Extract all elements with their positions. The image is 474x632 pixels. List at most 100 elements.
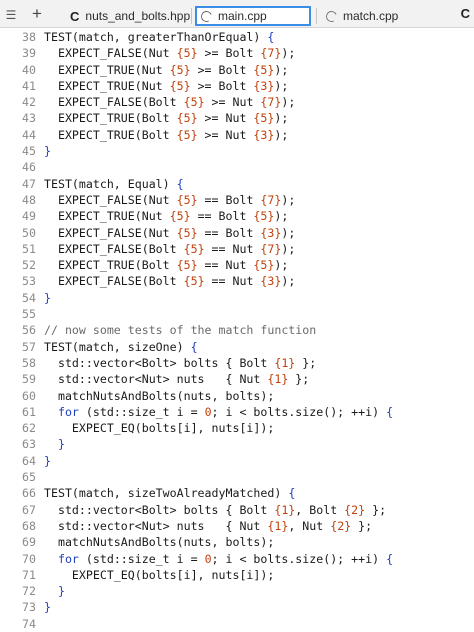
code-line[interactable]: 72 } <box>0 583 474 599</box>
code-token: {5} <box>177 258 198 272</box>
code-token: { <box>386 405 393 419</box>
code-line[interactable]: 58 std::vector<Bolt> bolts { Bolt {1} }; <box>0 355 474 371</box>
code-token: ); <box>281 274 295 288</box>
code-line[interactable]: 61 for (std::size_t i = 0; i < bolts.siz… <box>0 404 474 420</box>
line-number: 42 <box>0 94 44 110</box>
code-text: EXPECT_EQ(bolts[i], nuts[i]); <box>44 567 474 583</box>
code-token <box>44 584 58 598</box>
tab-nuts-and-bolts-hpp[interactable]: C nuts_and_bolts.hpp <box>66 6 190 26</box>
code-token: } <box>44 144 51 158</box>
code-line[interactable]: 68 std::vector<Nut> nuts { Nut {1}, Nut … <box>0 518 474 534</box>
line-number: 43 <box>0 110 44 126</box>
line-number: 63 <box>0 436 44 452</box>
code-line[interactable]: 43 EXPECT_TRUE(Bolt {5} >= Nut {5}); <box>0 110 474 126</box>
code-token: {3} <box>260 274 281 288</box>
code-line[interactable]: 51 EXPECT_FALSE(Bolt {5} == Nut {7}); <box>0 241 474 257</box>
code-line[interactable]: 64} <box>0 453 474 469</box>
code-line[interactable]: 48 EXPECT_FALSE(Nut {5} == Bolt {7}); <box>0 192 474 208</box>
line-number: 56 <box>0 322 44 338</box>
tab-label: match.cpp <box>343 9 398 23</box>
code-line[interactable]: 40 EXPECT_TRUE(Nut {5} >= Bolt {5}); <box>0 62 474 78</box>
code-line[interactable]: 71 EXPECT_EQ(bolts[i], nuts[i]); <box>0 567 474 583</box>
code-token: {7} <box>260 193 281 207</box>
code-line[interactable]: 66TEST(match, sizeTwoAlreadyMatched) { <box>0 485 474 501</box>
line-number: 67 <box>0 502 44 518</box>
code-token: EXPECT_EQ(bolts[i], nuts[i]); <box>44 568 274 582</box>
code-token: EXPECT_TRUE(Nut <box>44 79 170 93</box>
code-line[interactable]: 70 for (std::size_t i = 0; i < bolts.siz… <box>0 551 474 567</box>
code-editor[interactable]: 38TEST(match, greaterThanOrEqual) {39 EX… <box>0 28 474 624</box>
code-line[interactable]: 56// now some tests of the match functio… <box>0 322 474 338</box>
code-line[interactable]: 39 EXPECT_FALSE(Nut {5} >= Bolt {7}); <box>0 45 474 61</box>
code-line[interactable]: 59 std::vector<Nut> nuts { Nut {1} }; <box>0 371 474 387</box>
code-token: {5} <box>253 258 274 272</box>
line-number: 73 <box>0 599 44 615</box>
code-token: {3} <box>253 128 274 142</box>
code-line[interactable]: 57TEST(match, sizeOne) { <box>0 339 474 355</box>
code-token: , Bolt <box>295 503 344 517</box>
code-line[interactable]: 42 EXPECT_FALSE(Bolt {5} >= Nut {7}); <box>0 94 474 110</box>
code-line[interactable]: 55 <box>0 306 474 322</box>
code-token: >= Bolt <box>198 46 261 60</box>
code-token: EXPECT_EQ(bolts[i], nuts[i]); <box>44 421 274 435</box>
code-token: ); <box>281 46 295 60</box>
code-line[interactable]: 50 EXPECT_FALSE(Nut {5} == Bolt {3}); <box>0 225 474 241</box>
code-text: EXPECT_TRUE(Bolt {5} >= Nut {3}); <box>44 127 474 143</box>
code-token: EXPECT_FALSE(Bolt <box>44 242 184 256</box>
line-number: 38 <box>0 29 44 45</box>
menu-grip-icon[interactable]: ☰ <box>0 4 22 26</box>
code-line[interactable]: 67 std::vector<Bolt> bolts { Bolt {1}, B… <box>0 502 474 518</box>
code-token: {7} <box>260 46 281 60</box>
code-token: EXPECT_TRUE(Bolt <box>44 258 177 272</box>
code-line[interactable]: 65 <box>0 469 474 485</box>
code-line[interactable]: 46 <box>0 159 474 175</box>
code-token: ); <box>274 63 288 77</box>
code-token: std::vector<Bolt> bolts { Bolt <box>44 503 274 517</box>
line-number: 71 <box>0 567 44 583</box>
code-text: matchNutsAndBolts(nuts, bolts); <box>44 534 474 550</box>
line-number: 52 <box>0 257 44 273</box>
code-token: {5} <box>253 63 274 77</box>
tab-match-cpp[interactable]: match.cpp <box>322 6 442 26</box>
code-line[interactable]: 60 matchNutsAndBolts(nuts, bolts); <box>0 388 474 404</box>
code-line[interactable]: 45} <box>0 143 474 159</box>
code-line[interactable]: 53 EXPECT_FALSE(Bolt {5} == Nut {3}); <box>0 273 474 289</box>
code-line[interactable]: 44 EXPECT_TRUE(Bolt {5} >= Nut {3}); <box>0 127 474 143</box>
code-line[interactable]: 52 EXPECT_TRUE(Bolt {5} == Nut {5}); <box>0 257 474 273</box>
code-text: EXPECT_FALSE(Nut {5} == Bolt {3}); <box>44 225 474 241</box>
code-token: EXPECT_FALSE(Nut <box>44 46 177 60</box>
tab-overflow-c-icon[interactable]: C <box>461 6 470 21</box>
code-line[interactable]: 62 EXPECT_EQ(bolts[i], nuts[i]); <box>0 420 474 436</box>
code-token: std::vector<Nut> nuts { Nut <box>44 519 267 533</box>
code-line[interactable]: 69 matchNutsAndBolts(nuts, bolts); <box>0 534 474 550</box>
new-tab-button[interactable]: + <box>27 3 47 25</box>
code-token: { <box>386 552 393 566</box>
code-line[interactable]: 54} <box>0 290 474 306</box>
tab-main-cpp[interactable]: main.cpp <box>195 6 311 26</box>
code-token: for <box>58 405 79 419</box>
code-text: EXPECT_FALSE(Nut {5} == Bolt {7}); <box>44 192 474 208</box>
code-line[interactable]: 47TEST(match, Equal) { <box>0 176 474 192</box>
code-token <box>44 552 58 566</box>
line-number: 47 <box>0 176 44 192</box>
code-line[interactable]: 41 EXPECT_TRUE(Nut {5} >= Bolt {3}); <box>0 78 474 94</box>
code-line[interactable]: 38TEST(match, greaterThanOrEqual) { <box>0 29 474 45</box>
line-number: 46 <box>0 159 44 175</box>
code-token: { <box>267 30 274 44</box>
code-token: == Bolt <box>198 193 261 207</box>
code-text: EXPECT_TRUE(Nut {5} >= Bolt {3}); <box>44 78 474 94</box>
code-text: for (std::size_t i = 0; i < bolts.size()… <box>44 551 474 567</box>
code-token: {2} <box>330 519 351 533</box>
code-line[interactable]: 49 EXPECT_TRUE(Nut {5} == Bolt {5}); <box>0 208 474 224</box>
line-number: 68 <box>0 518 44 534</box>
code-token: (std::size_t i = <box>79 552 205 566</box>
code-token: EXPECT_FALSE(Bolt <box>44 95 184 109</box>
code-line[interactable]: 73} <box>0 599 474 615</box>
code-token: matchNutsAndBolts(nuts, bolts); <box>44 389 274 403</box>
code-token: { <box>288 486 295 500</box>
code-token: TEST(match, sizeOne) <box>44 340 191 354</box>
code-token: >= Nut <box>198 111 254 125</box>
code-line[interactable]: 63 } <box>0 436 474 452</box>
line-number: 39 <box>0 45 44 61</box>
tab-separator <box>316 8 317 24</box>
